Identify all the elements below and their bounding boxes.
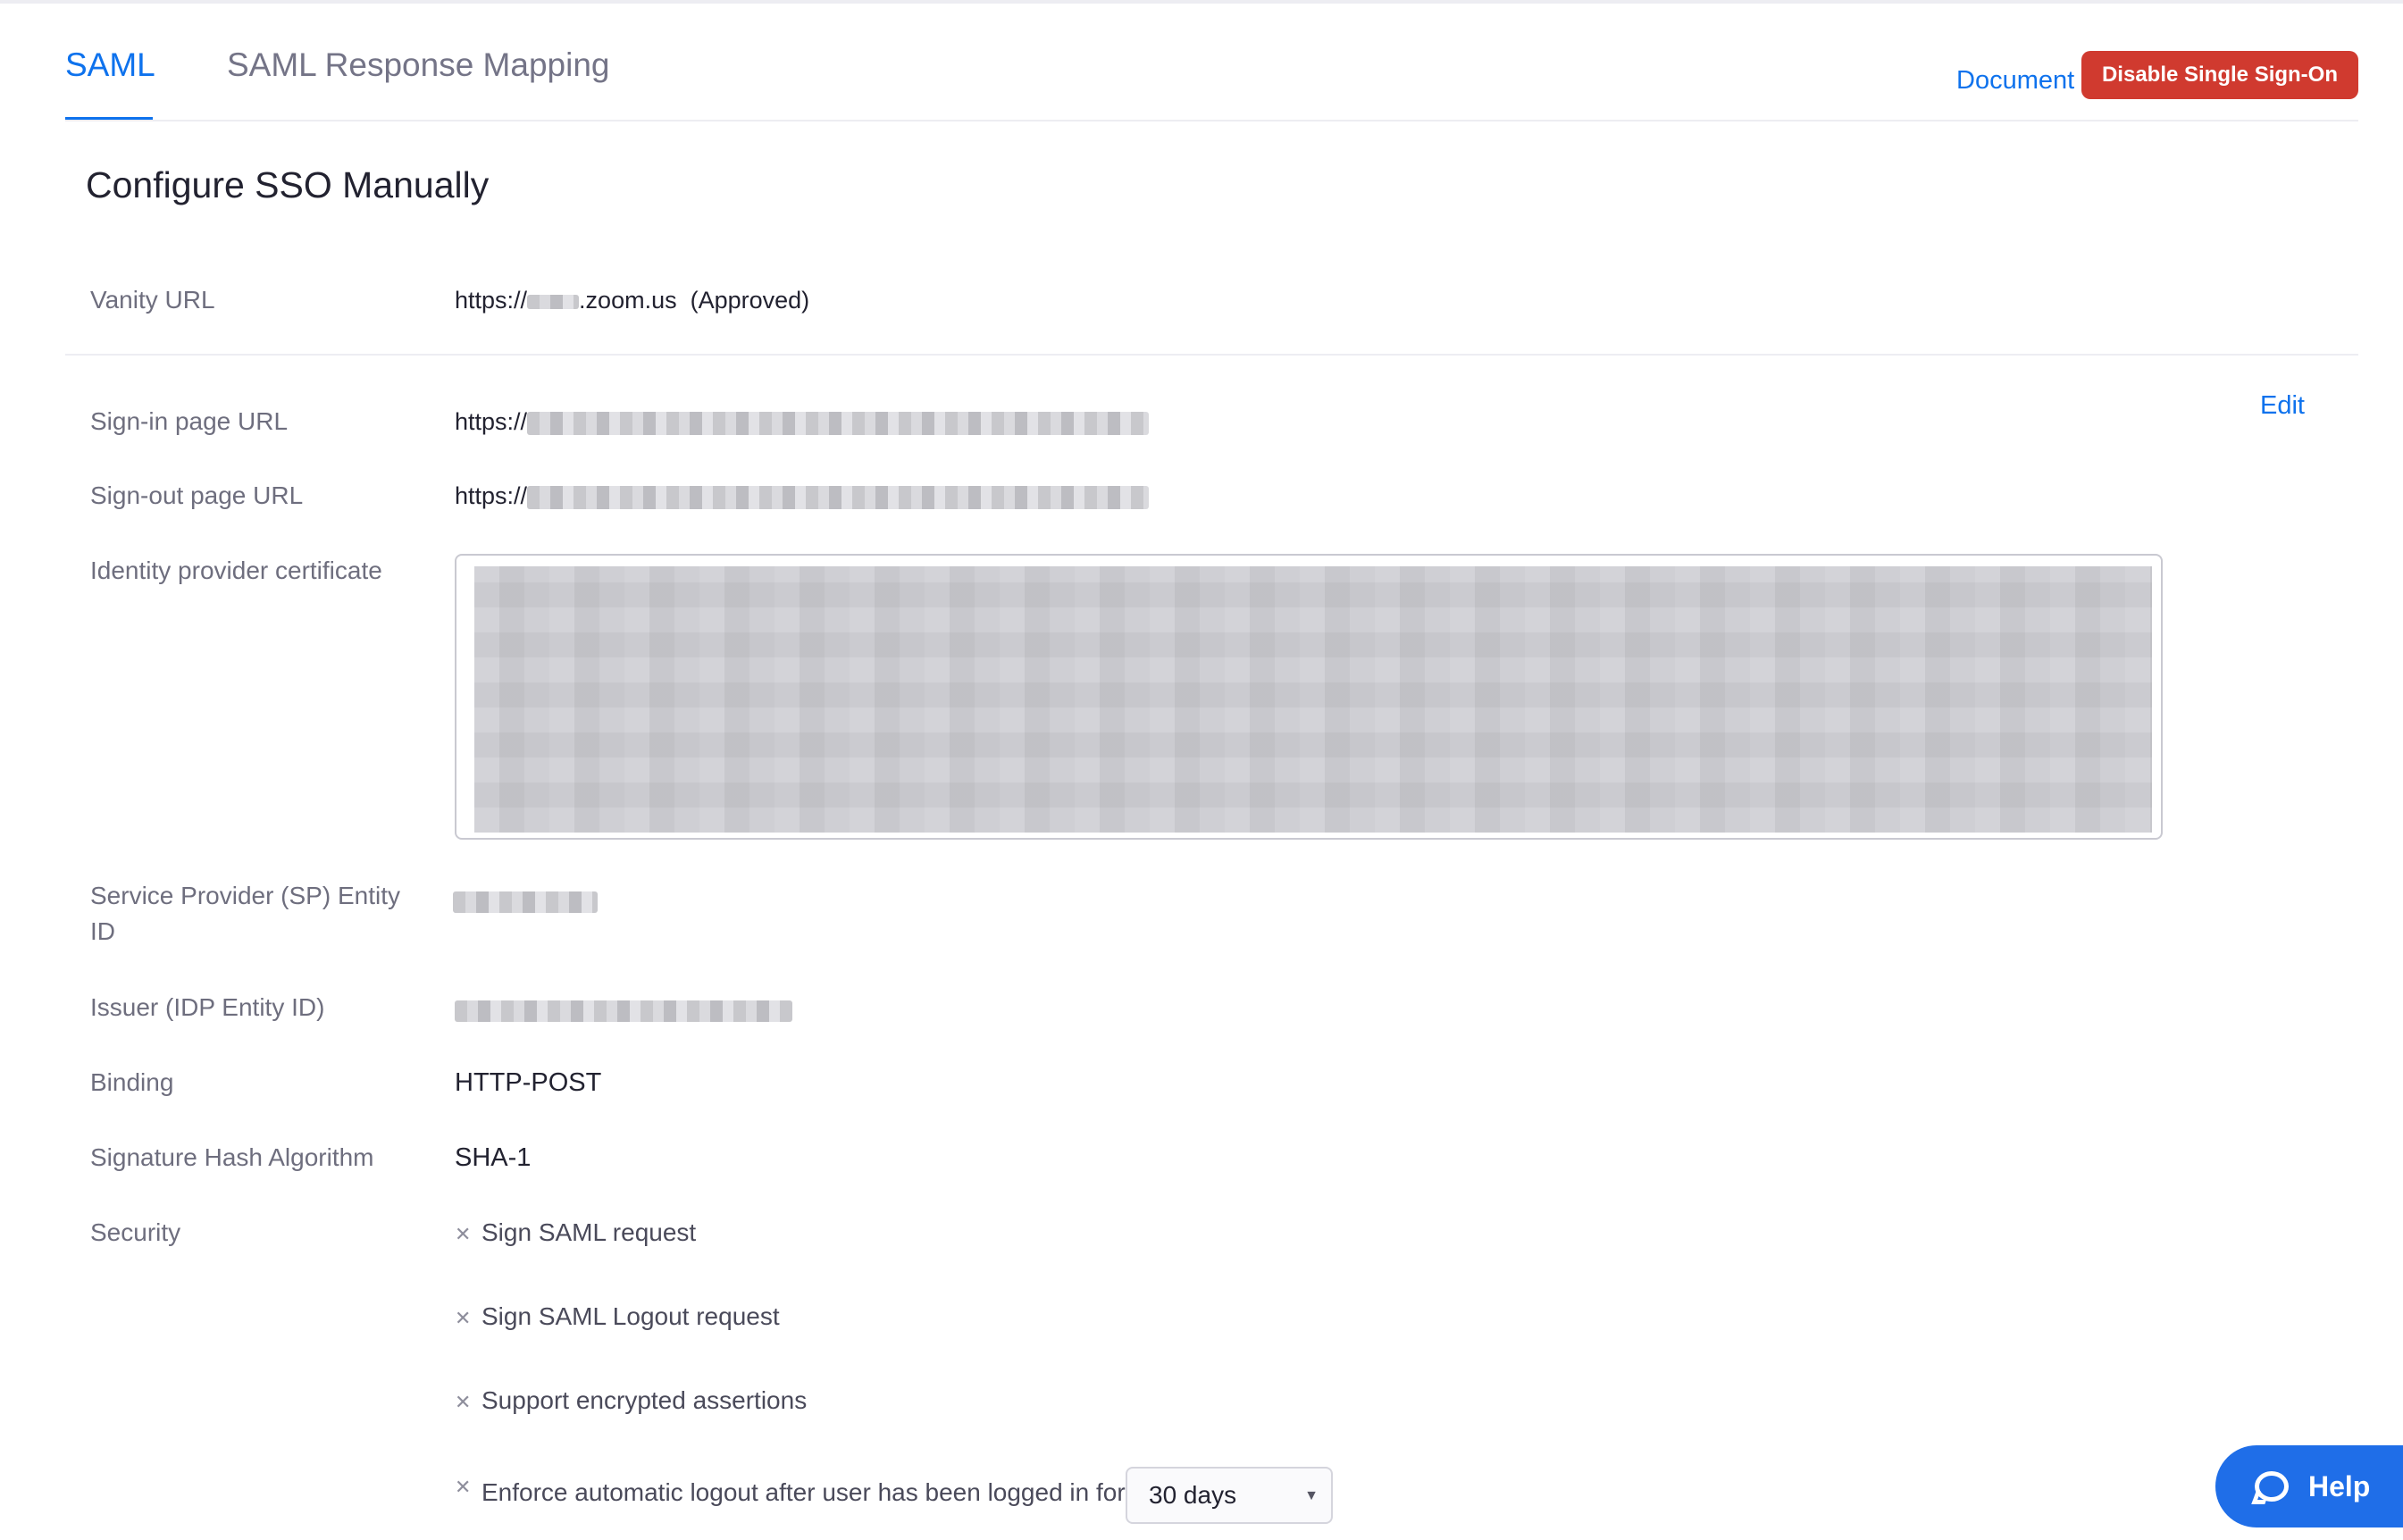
hash-algorithm-label: Signature Hash Algorithm bbox=[90, 1143, 374, 1171]
security-option-label: Sign SAML request bbox=[481, 1218, 697, 1246]
security-label: Security bbox=[90, 1218, 181, 1246]
signin-url-label: Sign-in page URL bbox=[90, 407, 289, 435]
security-option-sign-request: ✕ Sign SAML request bbox=[455, 1215, 696, 1252]
security-option-encrypted-assertions: ✕ Support encrypted assertions bbox=[455, 1383, 807, 1420]
redacted-certificate bbox=[474, 566, 2152, 833]
section-divider bbox=[65, 354, 2358, 356]
edit-link[interactable]: Edit bbox=[2260, 391, 2305, 421]
signout-url-prefix: https:// bbox=[455, 482, 528, 509]
security-option-label: Sign SAML Logout request bbox=[481, 1302, 780, 1330]
tabs-divider bbox=[65, 120, 2358, 121]
issuer-value bbox=[455, 992, 792, 1027]
certificate-label: Identity provider certificate bbox=[90, 557, 382, 584]
tab-saml-response-mapping[interactable]: SAML Response Mapping bbox=[227, 46, 609, 84]
x-icon: ✕ bbox=[455, 1476, 472, 1498]
signin-url-value: https:// bbox=[455, 404, 1150, 439]
vanity-url-label: Vanity URL bbox=[90, 286, 215, 314]
section-title: Configure SSO Manually bbox=[86, 164, 490, 205]
redacted-signin-url bbox=[527, 411, 1150, 435]
redacted-subdomain bbox=[527, 294, 580, 309]
sp-entity-id-label: Service Provider (SP) Entity ID bbox=[90, 882, 400, 945]
binding-value: HTTP-POST bbox=[455, 1068, 602, 1097]
x-icon: ✕ bbox=[455, 1391, 472, 1413]
help-label: Help bbox=[2308, 1469, 2371, 1502]
certificate-textarea[interactable] bbox=[455, 554, 2163, 840]
redacted-sp-entity-id bbox=[453, 891, 598, 913]
signin-url-prefix: https:// bbox=[455, 408, 528, 435]
security-option-sign-logout: ✕ Sign SAML Logout request bbox=[455, 1299, 780, 1336]
binding-label: Binding bbox=[90, 1068, 174, 1096]
signout-url-label: Sign-out page URL bbox=[90, 481, 304, 509]
signout-url-value: https:// bbox=[455, 478, 1150, 514]
help-button[interactable]: Help bbox=[2215, 1445, 2403, 1527]
x-icon: ✕ bbox=[455, 1307, 472, 1329]
chat-bubble-icon bbox=[2255, 1471, 2289, 1502]
chevron-down-icon: ▼ bbox=[1304, 1488, 1319, 1503]
sp-entity-id-value bbox=[453, 883, 598, 918]
logout-duration-select[interactable]: 30 days ▼ bbox=[1126, 1467, 1333, 1524]
top-divider bbox=[0, 0, 2403, 4]
vanity-url-status: (Approved) bbox=[690, 287, 810, 314]
hash-algorithm-value: SHA-1 bbox=[455, 1143, 532, 1172]
document-link[interactable]: Document bbox=[1956, 66, 2074, 96]
security-option-label: Support encrypted assertions bbox=[481, 1386, 808, 1414]
tab-saml[interactable]: SAML bbox=[65, 46, 155, 84]
vanity-url-prefix: https:// bbox=[455, 287, 528, 314]
redacted-issuer bbox=[455, 1000, 792, 1022]
redacted-signout-url bbox=[527, 485, 1150, 509]
vanity-url-value: https:// .zoom.us (Approved) bbox=[455, 282, 809, 318]
vanity-url-suffix: .zoom.us bbox=[579, 287, 677, 314]
disable-sso-button[interactable]: Disable Single Sign-On bbox=[2081, 51, 2358, 99]
logout-duration-value: 30 days bbox=[1149, 1481, 1237, 1509]
sso-config-page: SAML SAML Response Mapping Document Disa… bbox=[0, 0, 2403, 1540]
security-option-auto-logout: ✕ Enforce automatic logout after user has… bbox=[455, 1475, 1126, 1512]
x-icon: ✕ bbox=[455, 1223, 472, 1245]
issuer-label: Issuer (IDP Entity ID) bbox=[90, 993, 325, 1021]
security-option-label: Enforce automatic logout after user has … bbox=[481, 1478, 1126, 1506]
